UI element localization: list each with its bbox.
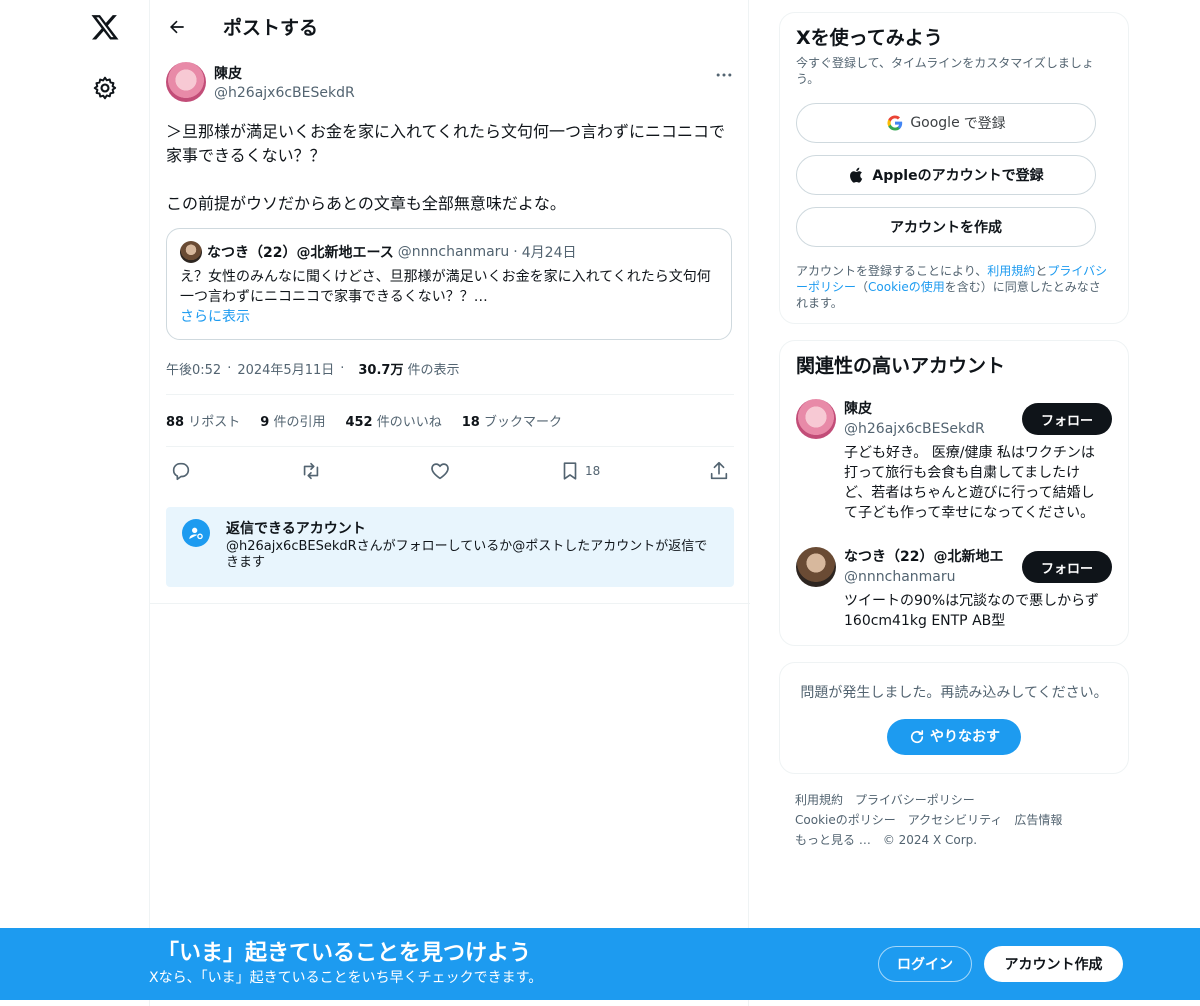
create-account-label: アカウントを作成 (890, 220, 1002, 236)
left-nav (0, 0, 150, 1006)
footer-links: 利用規約 プライバシーポリシー Cookieのポリシー アクセシビリティ 広告情報 も… (779, 790, 1129, 850)
google-signup-label: Google (910, 115, 960, 131)
bookmark-button[interactable]: 18 (559, 460, 600, 482)
tweet-date[interactable]: 2024年5月11日 (237, 359, 334, 378)
cookie-link[interactable]: Cookieの使用 (868, 280, 945, 294)
retry-label: やりなおす (930, 729, 1000, 745)
signup-subtitle: 今すぐ登録して、タイムラインをカスタマイズしましょう。 (796, 56, 1094, 86)
reply-restriction-notice: 返信できるアカウント @h26ajx6cBESekdRさんがフォローしているか@… (166, 507, 734, 587)
page-title: ポストする (223, 17, 319, 39)
follow-button[interactable]: フォロー (1022, 551, 1112, 583)
footer-terms[interactable]: 利用規約 (795, 793, 843, 807)
repost-icon (303, 462, 318, 480)
create-account-button[interactable]: アカウントを作成 (796, 207, 1096, 247)
account-bio: 子ども好き。 医療/健康 私はワクチンは打って旅行も会食も自粛してましたけど、若… (844, 445, 1095, 521)
back-arrow-icon[interactable] (167, 17, 187, 37)
error-card: 問題が発生しました。再読み込みしてください。 やりなおす (779, 662, 1129, 774)
main-column: ポストする 陳皮 @h26ajx6cBESekdR ＞旦那様が満足いくお金を家に… (149, 0, 750, 1006)
quotes-stat[interactable]: 9 件の引用 (260, 411, 325, 430)
divider (150, 603, 750, 604)
apple-signup-button[interactable]: Appleのアカウントで登録 (796, 155, 1096, 195)
author-name[interactable]: 陳皮 (214, 65, 355, 83)
x-logo-icon[interactable] (90, 12, 120, 42)
reply-notice-desc: @h26ajx6cBESekdRさんがフォローしているか@ポストしたアカウントが… (226, 539, 708, 570)
bookmark-icon (563, 462, 577, 480)
tweet-time[interactable]: 午後0:52 (166, 359, 221, 378)
right-sidebar: Xを使ってみよう 今すぐ登録して、タイムラインをカスタマイズしましょう。 Goo… (779, 12, 1129, 850)
quote-text: え？女性のみんなに聞くけどさ、旦那様が満足いくお金を家に入れてくれたら文句何一つ… (180, 269, 711, 305)
mention-user-icon (182, 519, 210, 547)
avatar[interactable] (796, 547, 836, 587)
related-account[interactable]: なつき（22）@北新地エ @nnnchanmaru ツイートの90%は冗談なので… (796, 547, 1112, 631)
login-button[interactable]: ログイン (878, 946, 972, 982)
tweet: 陳皮 @h26ajx6cBESekdR ＞旦那様が満足いくお金を家に入れてくれた… (166, 62, 734, 587)
tweet-stats: 88 リポスト 9 件の引用 452 件のいいね 18 ブックマーク (166, 394, 734, 447)
signup-button[interactable]: アカウント作成 (984, 946, 1123, 982)
google-signup-button[interactable]: Google で登録 (796, 103, 1096, 143)
tweet-text: ＞旦那様が満足いくお金を家に入れてくれたら文句何一つ言わずにニコニコで家事できる… (166, 122, 726, 213)
google-signup-suffix: で登録 (963, 116, 1006, 132)
reply-button[interactable] (170, 460, 192, 482)
footer-cookie[interactable]: Cookieのポリシー (795, 813, 896, 827)
reply-notice-title: 返信できるアカウント (226, 521, 366, 537)
footer-accessibility[interactable]: アクセシビリティ (908, 813, 1003, 827)
follow-button[interactable]: フォロー (1022, 403, 1112, 435)
signup-card: Xを使ってみよう 今すぐ登録して、タイムラインをカスタマイズしましょう。 Goo… (779, 12, 1129, 324)
signup-title: Xを使ってみよう (796, 27, 943, 49)
quote-avatar (180, 241, 202, 263)
reposts-stat[interactable]: 88 リポスト (166, 411, 240, 430)
top-bar: ポストする (150, 0, 748, 53)
avatar[interactable] (796, 399, 836, 439)
quote-author-handle: @nnnchanmaru (397, 244, 510, 260)
more-options-icon[interactable] (714, 65, 734, 85)
related-title: 関連性の高いアカウント (796, 355, 1006, 377)
repost-button[interactable] (300, 460, 322, 482)
related-accounts-card: 関連性の高いアカウント 陳皮 @h26ajx6cBESekdR 子ども好き。 医… (779, 340, 1129, 646)
share-button[interactable] (708, 460, 730, 482)
terms-link[interactable]: 利用規約 (987, 264, 1035, 278)
footer-copyright: © 2024 X Corp. (882, 833, 978, 847)
views-count: 30.7万 (358, 362, 404, 378)
tweet-actions: 18 (166, 447, 734, 495)
settings-gear-icon[interactable] (92, 75, 118, 101)
related-account[interactable]: 陳皮 @h26ajx6cBESekdR 子ども好き。 医療/健康 私はワクチンは… (796, 399, 1112, 523)
likes-stat[interactable]: 452 件のいいね (345, 411, 441, 430)
signup-banner: 「いま」起きていることを見つけよう Xなら、「いま」起きていることをいち早くチェ… (0, 928, 1200, 1000)
author-handle[interactable]: @h26ajx6cBESekdR (214, 83, 355, 103)
bookmarks-stat[interactable]: 18 ブックマーク (462, 411, 562, 430)
bookmark-count: 18 (585, 464, 601, 478)
separator-dot: · (513, 244, 518, 260)
retry-button[interactable]: やりなおす (887, 719, 1021, 755)
google-icon (887, 115, 903, 131)
signup-legal-text: アカウントを登録することにより、利用規約とプライバシーポリシー（Cookieの使… (796, 264, 1108, 310)
heart-icon (431, 463, 450, 480)
quoted-tweet[interactable]: なつき（22）@北新地エース @nnnchanmaru · 4月24日 え？女性… (166, 228, 732, 340)
quote-author-name: なつき（22）@北新地エース (207, 245, 394, 261)
apple-icon (850, 167, 863, 183)
views-label: 件の表示 (407, 362, 460, 378)
show-more-link[interactable]: さらに表示 (180, 307, 719, 327)
tweet-meta: 午後0:52 · 2024年5月11日 · 30.7万 件の表示 (166, 359, 460, 378)
account-bio: ツイートの90%は冗談なので悪しからず 160cm41kg ENTP AB型 (844, 593, 1099, 629)
avatar[interactable] (166, 62, 206, 102)
share-icon (710, 461, 728, 480)
reply-icon (172, 462, 190, 481)
footer-more[interactable]: もっと見る … (795, 833, 871, 847)
error-message: 問題が発生しました。再読み込みしてください。 (800, 685, 1108, 701)
footer-ads[interactable]: 広告情報 (1014, 813, 1062, 827)
banner-title: 「いま」起きていることを見つけよう (157, 941, 532, 966)
apple-signup-label: Appleのアカウントで登録 (872, 168, 1044, 184)
like-button[interactable] (429, 460, 451, 482)
refresh-icon (910, 730, 924, 744)
banner-subtitle: Xなら、「いま」起きていることをいち早くチェックできます。 (149, 970, 543, 986)
tweet-author: 陳皮 @h26ajx6cBESekdR (166, 62, 734, 110)
quote-date: 4月24日 (521, 245, 577, 261)
footer-privacy[interactable]: プライバシーポリシー (855, 793, 975, 807)
